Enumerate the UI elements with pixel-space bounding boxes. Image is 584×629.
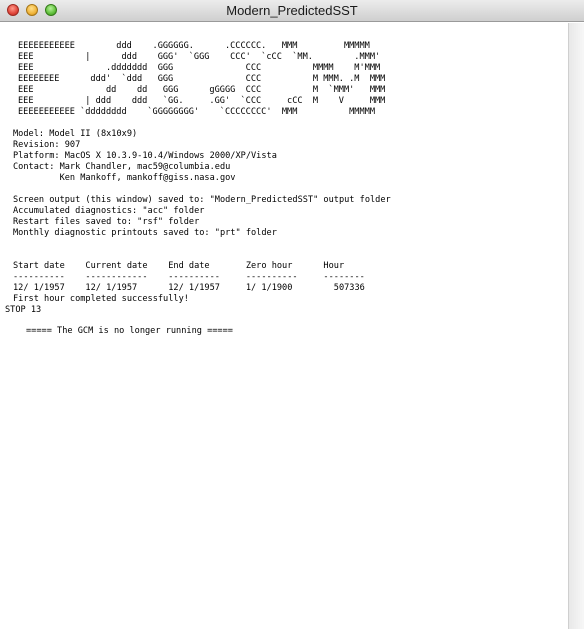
model-line: Model: Model II (8x10x9) xyxy=(13,129,138,139)
banner-line: EEE dd dd GGG gGGGG CCC M `MMM' MMM xyxy=(18,85,386,95)
contact-line: Contact: Mark Chandler, mac59@columbia.e… xyxy=(13,162,231,172)
footer-line: ===== The GCM is no longer running ===== xyxy=(26,326,233,336)
window-title: Modern_PredictedSST xyxy=(226,3,358,18)
banner-line: EEEEEEEEEEE `dddddddd `GGGGGGGG' `CCCCCC… xyxy=(18,107,375,117)
vertical-scrollbar[interactable] xyxy=(568,23,584,629)
output-line: Restart files saved to: "rsf" folder xyxy=(13,217,200,227)
title-bar[interactable]: Modern_PredictedSST xyxy=(0,0,584,22)
output-line: Screen output (this window) saved to: "M… xyxy=(13,195,391,205)
stop-line: STOP 13 xyxy=(5,305,42,315)
banner-line: EEEEEEEE ddd' `ddd GGG CCC M MMM. .M MMM xyxy=(18,74,386,84)
table-separator: ---------- ------------ ---------- -----… xyxy=(13,272,365,282)
output-line: Accumulated diagnostics: "acc" folder xyxy=(13,206,205,216)
output-line: Monthly diagnostic printouts saved to: "… xyxy=(13,228,277,238)
terminal-window: Modern_PredictedSST EEEEEEEEEEE ddd .GGG… xyxy=(0,0,584,629)
revision-line: Revision: 907 xyxy=(13,140,81,150)
banner-line: EEE | ddd GGG' `GGG CCC' `cCC `MM. .MMM' xyxy=(18,52,381,62)
platform-line: Platform: MacOS X 10.3.9-10.4/Windows 20… xyxy=(13,151,277,161)
table-row: 12/ 1/1957 12/ 1/1957 12/ 1/1957 1/ 1/19… xyxy=(13,283,365,293)
banner-line: EEE .ddddddd GGG CCC MMMM M'MMM xyxy=(18,63,381,73)
banner-line: EEEEEEEEEEE ddd .GGGGGG. .CCCCCC. MMM MM… xyxy=(18,41,370,51)
status-line: First hour completed successfully! xyxy=(13,294,189,304)
table-header: Start date Current date End date Zero ho… xyxy=(13,261,345,271)
contact-line-2: Ken Mankoff, mankoff@giss.nasa.gov xyxy=(13,173,236,183)
banner-line: EEE | ddd ddd `GG. .GG' `CCC cCC M V MMM xyxy=(18,96,386,106)
terminal-output[interactable]: EEEEEEEEEEE ddd .GGGGGG. .CCCCCC. MMM MM… xyxy=(0,23,568,629)
